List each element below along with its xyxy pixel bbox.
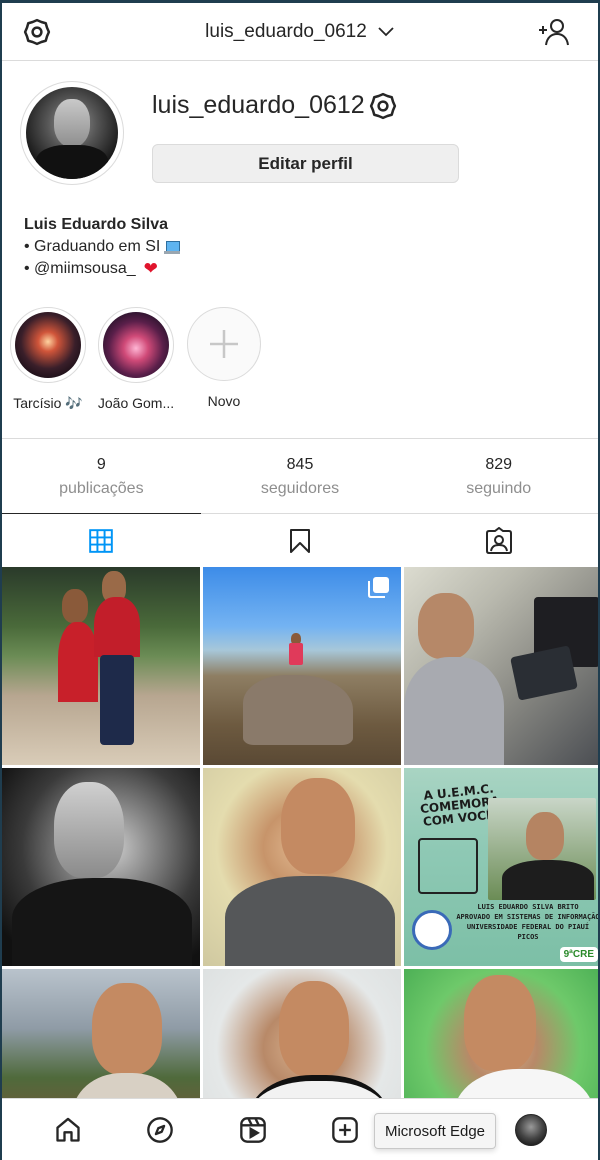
highlight-item[interactable]: Tarcísio 🎶	[10, 307, 86, 412]
nav-new-post[interactable]	[330, 1115, 360, 1145]
stat-label: seguindo	[466, 480, 532, 497]
followers-link[interactable]: 845 seguidores	[201, 439, 400, 514]
home-icon	[56, 1117, 80, 1142]
bio-line: • Graduando em SI	[24, 236, 181, 258]
gear-icon[interactable]	[368, 91, 398, 121]
profile-username: luis_eduardo_0612	[152, 91, 365, 119]
highlight-item[interactable]: João Gom...	[98, 307, 174, 412]
laptop-icon	[164, 240, 181, 254]
new-post-icon	[332, 1116, 358, 1143]
mention-link[interactable]: • @miimsousa_	[24, 258, 136, 280]
post-thumbnail[interactable]	[2, 768, 200, 966]
chevron-down-icon	[378, 26, 394, 36]
stat-label: seguidores	[260, 480, 340, 497]
stat-value: 9	[96, 456, 106, 473]
plus-icon	[210, 330, 238, 358]
posts-grid: A U.E.M.C. COMEMORA COM VOCÊ! LUIS EDUAR…	[2, 567, 600, 1160]
grid-icon	[89, 528, 114, 553]
university-seal	[412, 910, 452, 950]
nav-explore[interactable]	[145, 1115, 175, 1145]
tab-posts[interactable]	[2, 513, 201, 567]
post-caption: LUIS EDUARDO SILVA BRITO APROVADO EM SIS…	[454, 902, 600, 942]
post-thumbnail[interactable]	[2, 567, 200, 765]
app-frame: luis_eduardo_0612 luis_eduardo_0612 Edit…	[0, 0, 600, 1160]
post-thumbnail[interactable]	[203, 567, 401, 765]
avatar-photo	[26, 87, 118, 179]
add-person-icon[interactable]	[538, 17, 570, 47]
tagged-user-icon	[485, 526, 512, 554]
heart-icon: ❤	[143, 259, 158, 278]
story-highlights: Tarcísio 🎶 João Gom... Novo	[10, 307, 262, 412]
following-link[interactable]: 829 seguindo	[399, 439, 598, 514]
explore-icon	[147, 1116, 174, 1143]
bio-line: • @miimsousa_ ❤	[24, 258, 180, 280]
new-highlight-button[interactable]: Novo	[186, 307, 262, 412]
bio: Luis Eduardo Silva • Graduando em SI • @…	[24, 214, 181, 280]
stat-value: 845	[286, 456, 314, 473]
tab-tagged[interactable]	[399, 514, 598, 567]
highlight-label: Novo	[207, 393, 241, 409]
tooltip: Microsoft Edge	[374, 1113, 496, 1149]
edit-profile-button[interactable]: Editar perfil	[152, 144, 459, 183]
bio-text: • Graduando em SI	[24, 238, 161, 255]
profile-stats: 9 publicações 845 seguidores 829 seguind…	[2, 438, 598, 514]
full-name: Luis Eduardo Silva	[24, 216, 169, 233]
account-name: luis_eduardo_0612	[205, 20, 367, 42]
stat-value: 829	[485, 456, 513, 473]
bookmark-icon	[290, 528, 310, 553]
highlight-label: João Gom...	[97, 395, 175, 411]
highlight-cover	[103, 312, 169, 378]
caption-line: LUIS EDUARDO SILVA BRITO	[477, 903, 579, 911]
caption-line: UNIVERSIDADE FEDERAL DO PIAUÍ	[466, 923, 590, 931]
gear-icon[interactable]	[22, 17, 52, 47]
account-switcher[interactable]: luis_eduardo_0612	[205, 21, 395, 43]
highlight-label: Tarcísio 🎶	[13, 395, 83, 411]
nav-reels[interactable]	[238, 1115, 268, 1145]
highlight-cover	[15, 312, 81, 378]
stat-label: publicações	[59, 480, 144, 497]
caption-line: APROVADO EM SISTEMAS DE INFORMAÇÃO	[456, 913, 600, 921]
posts-count: 9 publicações	[2, 439, 201, 514]
multiple-photos-icon	[368, 577, 389, 598]
post-thumbnail[interactable]	[203, 768, 401, 966]
post-thumbnail[interactable]	[404, 567, 598, 765]
tab-saved[interactable]	[201, 514, 400, 567]
caption-line: PICOS	[517, 933, 539, 941]
profile-tabs	[2, 513, 598, 567]
post-thumbnail[interactable]: A U.E.M.C. COMEMORA COM VOCÊ! LUIS EDUAR…	[404, 768, 600, 966]
profile-avatar[interactable]	[514, 1113, 547, 1146]
bottom-navigation	[2, 1098, 598, 1160]
top-bar: luis_eduardo_0612	[2, 3, 598, 61]
profile-avatar[interactable]	[20, 81, 124, 185]
nav-home[interactable]	[53, 1115, 83, 1145]
cre-badge: 9ªCRE	[559, 947, 598, 962]
reels-icon	[239, 1116, 266, 1143]
